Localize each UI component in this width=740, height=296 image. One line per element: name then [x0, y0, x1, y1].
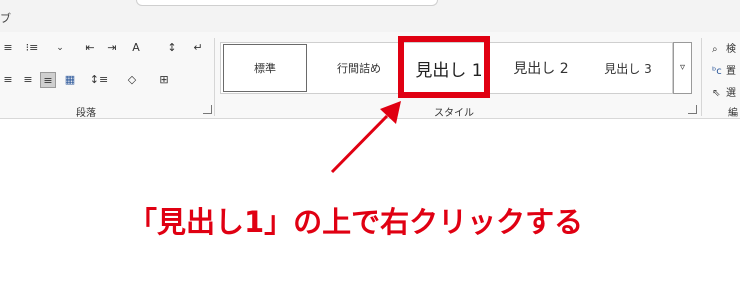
pointer-arrow	[330, 101, 401, 174]
instruction-annotation: 「見出し1」の上で右クリックする	[128, 205, 584, 239]
arrow-shaft	[330, 114, 389, 174]
